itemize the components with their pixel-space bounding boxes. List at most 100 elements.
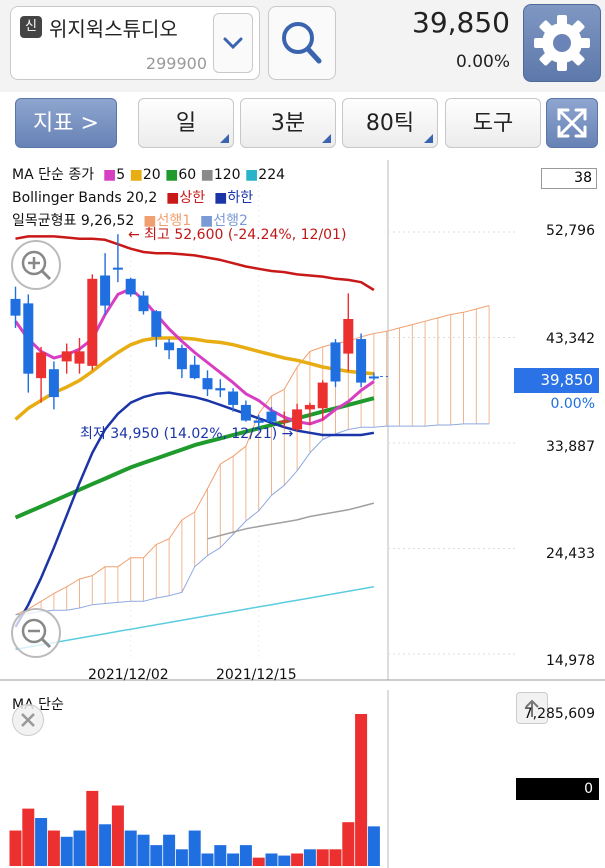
volume-bar bbox=[239, 845, 252, 866]
volume-bar bbox=[342, 822, 355, 866]
ma-legend-title: MA 단순 종가 bbox=[12, 167, 95, 183]
period-day-label: 일 bbox=[175, 111, 197, 136]
candle-body bbox=[343, 318, 354, 354]
high-annotation: ← 최고 52,600 (-24.24%, 12/01) bbox=[128, 227, 347, 243]
tools-button[interactable]: 도구 bbox=[445, 98, 541, 148]
volume-bar bbox=[124, 830, 137, 866]
volume-bar bbox=[316, 849, 329, 866]
volume-current-tag: 0 bbox=[516, 778, 599, 800]
period-minute-button[interactable]: 3분 bbox=[240, 98, 336, 148]
candle-body bbox=[138, 295, 149, 312]
ma-legend: MA 단순 종가 ■5 ■20 ■60 ■120 ■224 bbox=[12, 164, 285, 184]
candle-body bbox=[215, 388, 226, 391]
volume-bar bbox=[99, 824, 112, 866]
fullscreen-button[interactable] bbox=[546, 98, 598, 148]
y-tick-5: 14,978 bbox=[546, 653, 595, 669]
ma-legend-items: ■5 ■20 ■60 ■120 ■224 bbox=[99, 167, 285, 183]
ma224-line bbox=[15, 586, 375, 651]
period-tick-label: 80틱 bbox=[365, 111, 415, 136]
expand-icon bbox=[557, 108, 587, 138]
volume-bar bbox=[355, 714, 368, 866]
price-chart[interactable]: MA 단순 종가 ■5 ■20 ■60 ■120 ■224 Bollinger … bbox=[0, 160, 605, 690]
volume-bar bbox=[60, 836, 73, 866]
indicator-button[interactable]: 지표 > bbox=[15, 98, 117, 148]
volume-max-label: 7,285,609 bbox=[523, 706, 595, 722]
period-minute-label: 3분 bbox=[270, 111, 306, 136]
period-tick-button[interactable]: 80틱 bbox=[342, 98, 438, 148]
x-tick-1: 2021/12/02 bbox=[88, 667, 169, 683]
ichimoku-lead1-line bbox=[15, 305, 490, 616]
y-tick-1: 52,796 bbox=[546, 223, 595, 239]
ma-legend-swatch: ■ bbox=[160, 167, 179, 183]
candle-body bbox=[240, 404, 251, 421]
y-tick-2: 43,342 bbox=[546, 331, 595, 347]
dropdown-corner-icon bbox=[220, 134, 229, 143]
candle-body bbox=[356, 339, 367, 383]
volume-bar bbox=[47, 830, 60, 866]
candle-body bbox=[202, 378, 213, 390]
candle-body bbox=[87, 278, 98, 366]
candle-body bbox=[100, 275, 111, 306]
zoom-out-button[interactable] bbox=[11, 608, 61, 658]
candle-body bbox=[266, 411, 277, 422]
candle-body bbox=[125, 278, 136, 295]
current-price-tag: 39,850 bbox=[514, 368, 599, 393]
stock-dropdown-button[interactable] bbox=[213, 13, 253, 73]
volume-chart[interactable]: MA 단순 7,285,609 0 bbox=[0, 690, 605, 868]
ma-legend-label: 20 bbox=[142, 167, 161, 183]
candle-body bbox=[368, 376, 379, 379]
volume-bar bbox=[265, 853, 278, 866]
gear-icon bbox=[534, 15, 590, 71]
volume-bar bbox=[137, 834, 150, 866]
volume-bar bbox=[35, 818, 48, 866]
ma-legend-swatch: ■ bbox=[98, 167, 117, 183]
chevron-down-icon bbox=[223, 37, 243, 50]
settings-button[interactable] bbox=[523, 4, 601, 82]
volume-bar bbox=[201, 853, 214, 866]
current-change-tag: 0.00% bbox=[550, 396, 595, 412]
ma-legend-swatch: ■ bbox=[196, 167, 214, 183]
candle-body bbox=[189, 364, 200, 379]
volume-bar bbox=[291, 853, 304, 866]
zoom-in-button[interactable] bbox=[11, 240, 61, 290]
volume-bar bbox=[86, 790, 99, 866]
volume-bar bbox=[303, 849, 316, 866]
candle-body bbox=[74, 351, 85, 364]
volume-bar bbox=[22, 808, 35, 866]
ma-legend-swatch: ■ bbox=[240, 167, 259, 183]
candle-body bbox=[151, 311, 162, 337]
bollinger-lower-label: 하한 bbox=[227, 190, 254, 206]
ma-legend-swatch: ■ bbox=[125, 167, 143, 183]
ma120-line bbox=[207, 502, 375, 540]
bollinger-upper-label: 상한 bbox=[179, 190, 206, 206]
volume-bar bbox=[214, 845, 227, 866]
volume-bar bbox=[150, 845, 163, 866]
candle-body bbox=[48, 369, 59, 398]
period-day-button[interactable]: 일 bbox=[138, 98, 234, 148]
ma-legend-label: 60 bbox=[178, 167, 197, 183]
ma60-line bbox=[14, 396, 375, 520]
candle-count-box[interactable]: 38 bbox=[541, 168, 597, 189]
low-annotation: 최저 34,950 (14.02%, 12/21) → bbox=[80, 426, 294, 442]
zoom-out-icon bbox=[21, 618, 52, 649]
y-tick-4: 24,433 bbox=[546, 546, 595, 562]
stock-selector[interactable]: 신 위지윅스튜디오 299900 bbox=[10, 6, 260, 80]
ma-legend-label: 5 bbox=[116, 167, 126, 183]
stock-code: 299900 bbox=[145, 54, 207, 73]
ma-legend-label: 224 bbox=[258, 167, 286, 183]
candle-body bbox=[330, 342, 341, 382]
close-indicator-button[interactable] bbox=[12, 704, 44, 736]
volume-bar bbox=[367, 826, 380, 866]
credit-badge: 신 bbox=[20, 16, 42, 38]
candle-body bbox=[304, 404, 315, 410]
bollinger-legend: Bollinger Bands 20,2 ■상한 ■하한 bbox=[12, 190, 254, 206]
search-button[interactable] bbox=[268, 6, 336, 80]
candle-body bbox=[176, 348, 187, 370]
volume-bar bbox=[329, 849, 342, 866]
volume-bar bbox=[111, 805, 124, 866]
candle-body bbox=[317, 382, 328, 409]
current-price: 39,850 bbox=[412, 6, 510, 39]
volume-chart-canvas[interactable] bbox=[0, 690, 605, 868]
candle-body bbox=[10, 298, 21, 316]
dropdown-corner-icon bbox=[322, 134, 331, 143]
